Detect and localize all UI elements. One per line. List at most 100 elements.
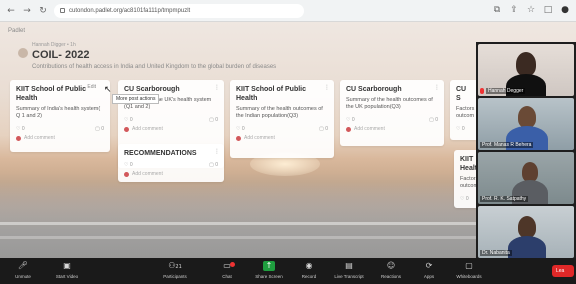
reload-icon[interactable]: ↻ (38, 6, 48, 16)
share-icon[interactable]: ⇪ (509, 4, 519, 16)
chat-button[interactable]: ▭ Chat (204, 261, 250, 279)
video-gallery: Hannah Degger Prof. Manas R Behera Prof.… (476, 42, 576, 258)
post-stats: ♡ 0 ▢ 0 (346, 117, 438, 123)
participant-name: Dr. Nabanita (480, 250, 512, 256)
share-screen-icon: ↑ (263, 261, 275, 271)
participants-icon: ⚇21 (168, 261, 182, 270)
user-avatar-icon (124, 171, 129, 177)
participant-video-tile[interactable]: Prof. Manas R Behera (478, 98, 574, 150)
post-body: Factors outcom (456, 106, 475, 119)
post-body: Summary of the health outcomes of the UK… (346, 97, 433, 110)
whiteboards-button[interactable]: ▢ Whiteboards (446, 261, 492, 279)
post-title: CU S (456, 86, 467, 102)
participant-video-tile[interactable]: Prof. R. K. Satpathy (478, 152, 574, 204)
participant-name: Prof. Manas R Behera (480, 142, 534, 148)
add-comment-field[interactable]: Add comment (236, 135, 328, 141)
user-avatar-icon (16, 135, 21, 141)
post-card[interactable]: CU S Factors outcom ♡ 0 (450, 80, 476, 140)
microphone-muted-icon: 🎤︎ (17, 261, 29, 270)
back-icon[interactable]: ← (6, 6, 16, 16)
add-comment-field[interactable]: Add comment (16, 135, 104, 141)
post-title: KIIT Health (460, 156, 476, 172)
extension-icon[interactable]: □ (543, 4, 553, 16)
post-card[interactable]: KIIT Health Factors outcom ♡ 0 (454, 150, 476, 208)
participant-head (518, 106, 536, 128)
likes-count[interactable]: ♡ 0 (124, 117, 133, 123)
post-card[interactable]: KIIT School of Public Health Edit Summar… (10, 80, 110, 152)
likes-count[interactable]: ♡ 0 (16, 126, 25, 132)
likes-count[interactable]: ♡ 0 (460, 196, 469, 202)
post-card[interactable]: ⋮ KIIT School of Public Health Summary o… (230, 80, 334, 158)
edit-link[interactable]: Edit (87, 84, 96, 90)
comments-count: ▢ 0 (429, 117, 438, 123)
comments-count: ▢ 0 (209, 117, 218, 123)
forward-icon[interactable]: → (22, 6, 32, 16)
meeting-toolbar: 🎤︎ Unmute ▣ Start Video ⚇21 Participants… (0, 258, 576, 284)
post-body: Factors outcom (460, 176, 476, 189)
apps-icon: ⟳ (425, 261, 433, 270)
profile-icon[interactable]: ● (560, 4, 570, 16)
post-body: Summary of India's health system( Q 1 an… (16, 106, 101, 119)
comments-count: ▢ 0 (319, 126, 328, 132)
address-bar[interactable]: cutondon.padlet.org/ac8101fa111p/tmpmpuz… (54, 3, 304, 18)
more-actions-icon[interactable]: ⋮ (434, 84, 440, 91)
add-comment-field[interactable]: Add comment (124, 126, 218, 132)
more-actions-icon[interactable]: ⋮ (214, 148, 220, 155)
comments-count: ▢ 0 (95, 126, 104, 132)
more-post-actions-tooltip: More post actions (112, 94, 160, 104)
mouse-cursor-icon: ↖ (104, 85, 112, 95)
add-comment-field[interactable]: Add comment (346, 126, 438, 132)
post-body: Summary of the health outcomes of the In… (236, 106, 323, 119)
likes-count[interactable]: ♡ 0 (124, 162, 133, 168)
user-avatar-icon (236, 135, 241, 141)
post-title: KIIT School of Public Health (236, 86, 306, 102)
participant-head (516, 52, 536, 76)
translate-icon[interactable]: ⧉ (492, 4, 502, 16)
participants-button[interactable]: ⚇21 Participants (152, 261, 198, 279)
whiteboard-icon: ▢ (465, 261, 473, 270)
participant-name: Hannah Degger (486, 88, 526, 94)
participant-head (522, 162, 538, 182)
more-actions-icon[interactable]: ⋮ (214, 84, 220, 91)
user-avatar-icon (346, 126, 351, 132)
comments-count: ▢ 0 (209, 162, 218, 168)
post-stats: ♡ 0 (460, 196, 470, 202)
unmute-button[interactable]: 🎤︎ Unmute (0, 261, 46, 279)
reactions-icon: ☺ (386, 261, 396, 270)
post-title: RECOMMENDATIONS (124, 150, 197, 157)
post-stats: ♡ 0 ▢ 0 (124, 162, 218, 168)
bookmark-star-icon[interactable]: ☆ (526, 4, 536, 16)
post-stats: ♡ 0 ▢ 0 (16, 126, 104, 132)
camera-off-icon: ▣ (63, 261, 71, 270)
participant-body (508, 236, 546, 258)
browser-toolbar: ← → ↻ cutondon.padlet.org/ac8101fa111p/t… (0, 0, 576, 22)
post-title: CU Scarborough (124, 86, 180, 93)
post-card[interactable]: ⋮ RECOMMENDATIONS ♡ 0 ▢ 0 Add comment (118, 144, 224, 182)
post-title: CU Scarborough (346, 86, 402, 93)
add-comment-field[interactable]: Add comment (124, 171, 218, 177)
app-name: Padlet (8, 28, 26, 34)
participant-video-tile[interactable]: Hannah Degger (478, 44, 574, 96)
lock-icon (60, 8, 65, 13)
board-author: Hannah Digger • 1h (32, 42, 76, 48)
record-icon: ◉ (305, 261, 313, 270)
participant-video-tile[interactable]: Dr. Nabanita (478, 206, 574, 258)
post-card[interactable]: ⋮ CU Scarborough Summary of the health o… (340, 80, 444, 146)
participant-head (518, 216, 536, 238)
live-transcript-button[interactable]: ▤ Live Transcript (326, 261, 372, 279)
leave-meeting-button[interactable]: Lea (552, 265, 574, 277)
likes-count[interactable]: ♡ 0 (236, 126, 245, 132)
url-text: cutondon.padlet.org/ac8101fa111p/tmpmpuz… (69, 7, 191, 14)
chat-notification-badge (230, 262, 235, 267)
more-actions-icon[interactable]: ⋮ (324, 84, 330, 91)
closed-captions-icon: ▤ (345, 261, 353, 270)
start-video-button[interactable]: ▣ Start Video (44, 261, 90, 279)
user-avatar-icon (124, 126, 129, 132)
likes-count[interactable]: ♡ 0 (456, 126, 465, 132)
browser-actions: ⧉ ⇪ ☆ □ ● (492, 4, 570, 16)
board-title: COIL- 2022 (32, 49, 90, 61)
muted-mic-icon (480, 88, 484, 94)
author-avatar (18, 48, 28, 58)
board-description: Contributions of health access in India … (32, 64, 277, 70)
likes-count[interactable]: ♡ 0 (346, 117, 355, 123)
